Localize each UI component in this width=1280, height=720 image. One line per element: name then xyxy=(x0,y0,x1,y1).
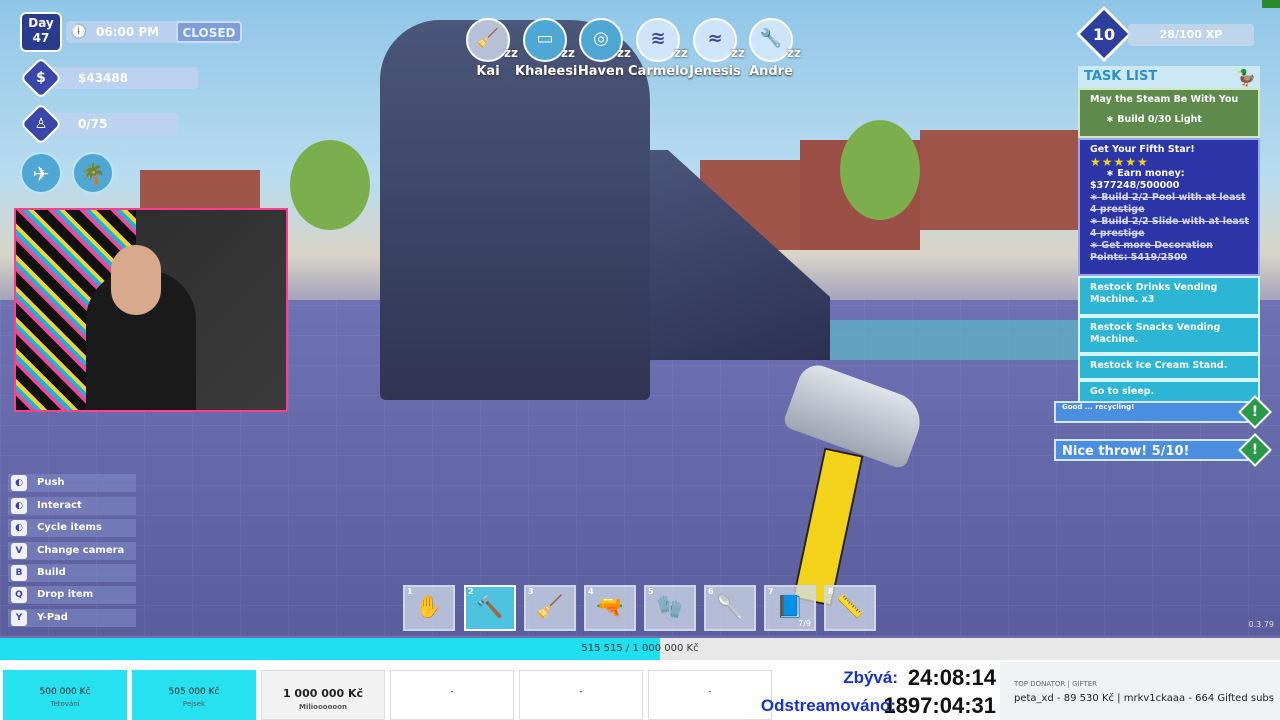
task-item[interactable]: Restock Ice Cream Stand. xyxy=(1078,354,1260,380)
level-badge: 10 xyxy=(1075,5,1133,63)
notification: Good ... recycling! xyxy=(1054,401,1250,423)
staff-jenesis[interactable]: ≈ zz Jenesis xyxy=(685,18,745,79)
task-item[interactable]: Get Your Fifth Star! ★★★★★ ∗ Earn money:… xyxy=(1078,138,1260,276)
hotbar-slot-spray[interactable]: 4 🔫 xyxy=(584,585,636,631)
book-icon: 📘 xyxy=(776,595,804,620)
wrench-icon: 🔧 zz xyxy=(749,18,801,62)
net-icon: 🥄 xyxy=(716,595,744,620)
squeegee-icon: 🧹 xyxy=(536,595,564,620)
goal-card: 1 000 000 Kč Milioooooon xyxy=(261,670,385,720)
hotbar-slot-net[interactable]: 6 🥄 xyxy=(704,585,756,631)
hotbar-slot-glove[interactable]: 5 🧤 xyxy=(644,585,696,631)
task-item[interactable]: May the Steam Be With You ∗ Build 0/30 L… xyxy=(1078,88,1260,138)
game-version: 0.3.79 xyxy=(1248,620,1274,629)
broom-icon: ✈ xyxy=(32,162,50,186)
goal-card: - xyxy=(648,670,772,720)
staff-kai[interactable]: 🧹 zz Kai xyxy=(458,18,518,79)
money-display: $ $43488 xyxy=(19,56,198,100)
control-hint-push: ◐ Push xyxy=(8,474,136,492)
streamer-face xyxy=(111,245,161,315)
task-item[interactable]: Restock Drinks Vending Machine. x3 xyxy=(1078,276,1260,316)
lifebuoy-icon: ◎ zz xyxy=(579,18,631,62)
clock-icon: 🕕 xyxy=(70,24,88,40)
park-status-button[interactable]: CLOSED xyxy=(176,21,242,43)
xp-bar: 28/100 XP xyxy=(1128,24,1254,46)
donor-header: TOP DONATOR | GIFTER xyxy=(1014,680,1098,688)
notification: Nice throw! 5/10! xyxy=(1054,439,1250,461)
register-icon: ▭ zz xyxy=(523,18,575,62)
goal-card: 505 000 Kč Pejsek xyxy=(132,670,256,720)
control-hint-build: B Build xyxy=(8,564,136,582)
money-value: $43488 xyxy=(78,71,129,85)
spray-gun-icon: 🔫 xyxy=(596,595,624,620)
key-v-icon: V xyxy=(11,543,27,559)
mop-icon: ≋ zz xyxy=(636,18,688,62)
staff-andre[interactable]: 🔧 zz Andre xyxy=(741,18,801,79)
hotbar-slot-squeegee[interactable]: 3 🧹 xyxy=(524,585,576,631)
park-mode-button[interactable]: 🌴 xyxy=(72,152,114,194)
pool-icon: ≈ zz xyxy=(693,18,745,62)
mouse-icon: ◐ xyxy=(11,520,27,536)
donor-text: peta_xd - 89 530 Kč | mrkv1ckaaa - 664 G… xyxy=(1014,693,1274,704)
control-hint-drop: Q Drop item xyxy=(8,586,136,604)
donation-progress-bar: 515 515 / 1 000 000 Kč xyxy=(0,638,1280,660)
hotbar-slot-tape[interactable]: 8 📏 xyxy=(824,585,876,631)
duck-icon: 🦆 xyxy=(1236,68,1256,87)
remaining-label: Zbývá: xyxy=(843,668,898,687)
key-q-icon: Q xyxy=(11,587,27,603)
donation-progress-label: 515 515 / 1 000 000 Kč xyxy=(581,643,699,654)
staff-khaleesi[interactable]: ▭ zz Khaleesi xyxy=(515,18,577,79)
tree xyxy=(840,120,920,220)
mop-icon: 🧹 zz xyxy=(466,18,518,62)
glove-icon: 🧤 xyxy=(656,595,684,620)
hotbar-slot-hand[interactable]: 1 ✋ xyxy=(403,585,455,631)
palm-tree-icon: 🌴 xyxy=(80,162,106,186)
streamed-value: 1897:04:31 xyxy=(883,693,996,718)
task-list: TASK LIST 🦆 May the Steam Be With You ∗ … xyxy=(1078,66,1260,406)
tree xyxy=(290,140,370,230)
task-list-header[interactable]: TASK LIST 🦆 xyxy=(1078,66,1260,88)
fps-counter xyxy=(1262,0,1280,8)
staff-haven[interactable]: ◎ zz Haven xyxy=(571,18,631,79)
hand-icon: ✋ xyxy=(415,595,443,620)
guest-display: ♙ 0/75 xyxy=(19,102,178,146)
task-item[interactable]: Restock Snacks Vending Machine. xyxy=(1078,316,1260,354)
streamed-label: Odstreamováno: xyxy=(760,696,896,715)
level-value: 10 xyxy=(1092,25,1116,44)
hammer-icon: 🔨 xyxy=(476,595,504,620)
guest-value: 0/75 xyxy=(78,117,108,131)
staff-carmelo[interactable]: ≋ zz Carmelo xyxy=(628,18,688,79)
day-counter: Day 47 xyxy=(20,12,62,52)
cleaning-mode-button[interactable]: ✈ xyxy=(20,152,62,194)
day-label: Day xyxy=(28,16,54,30)
mouse-icon: ◐ xyxy=(11,475,27,491)
time-value: 06:00 PM xyxy=(96,25,160,39)
background-building xyxy=(920,130,1080,230)
star-rating: ★★★★★ xyxy=(1090,155,1149,169)
hotbar-slot-hammer[interactable]: 2 🔨 xyxy=(464,585,516,631)
hotbar-slot-book[interactable]: 7 📘 7/9 xyxy=(764,585,816,631)
tape-measure-icon: 📏 xyxy=(836,595,864,620)
control-hint-cycle: ◐ Cycle items xyxy=(8,519,136,537)
top-donor-panel: TOP DONATOR | GIFTER peta_xd - 89 530 Kč… xyxy=(1000,662,1280,720)
key-b-icon: B xyxy=(11,565,27,581)
control-hint-camera: V Change camera xyxy=(8,542,136,560)
goal-card: 500 000 Kč Tetování xyxy=(3,670,127,720)
goal-card: - xyxy=(390,670,514,720)
day-number: 47 xyxy=(32,31,50,45)
stream-timers: Zbývá: 24:08:14 Odstreamováno: 1897:04:3… xyxy=(761,664,998,720)
key-y-icon: Y xyxy=(11,610,27,626)
control-hint-ypad: Y Y-Pad xyxy=(8,609,136,627)
control-hint-interact: ◐ Interact xyxy=(8,497,136,515)
webcam-overlay xyxy=(14,208,288,412)
task-list-title: TASK LIST xyxy=(1084,69,1158,84)
goal-card: - xyxy=(519,670,643,720)
mouse-icon: ◐ xyxy=(11,498,27,514)
remaining-value: 24:08:14 xyxy=(907,665,996,690)
